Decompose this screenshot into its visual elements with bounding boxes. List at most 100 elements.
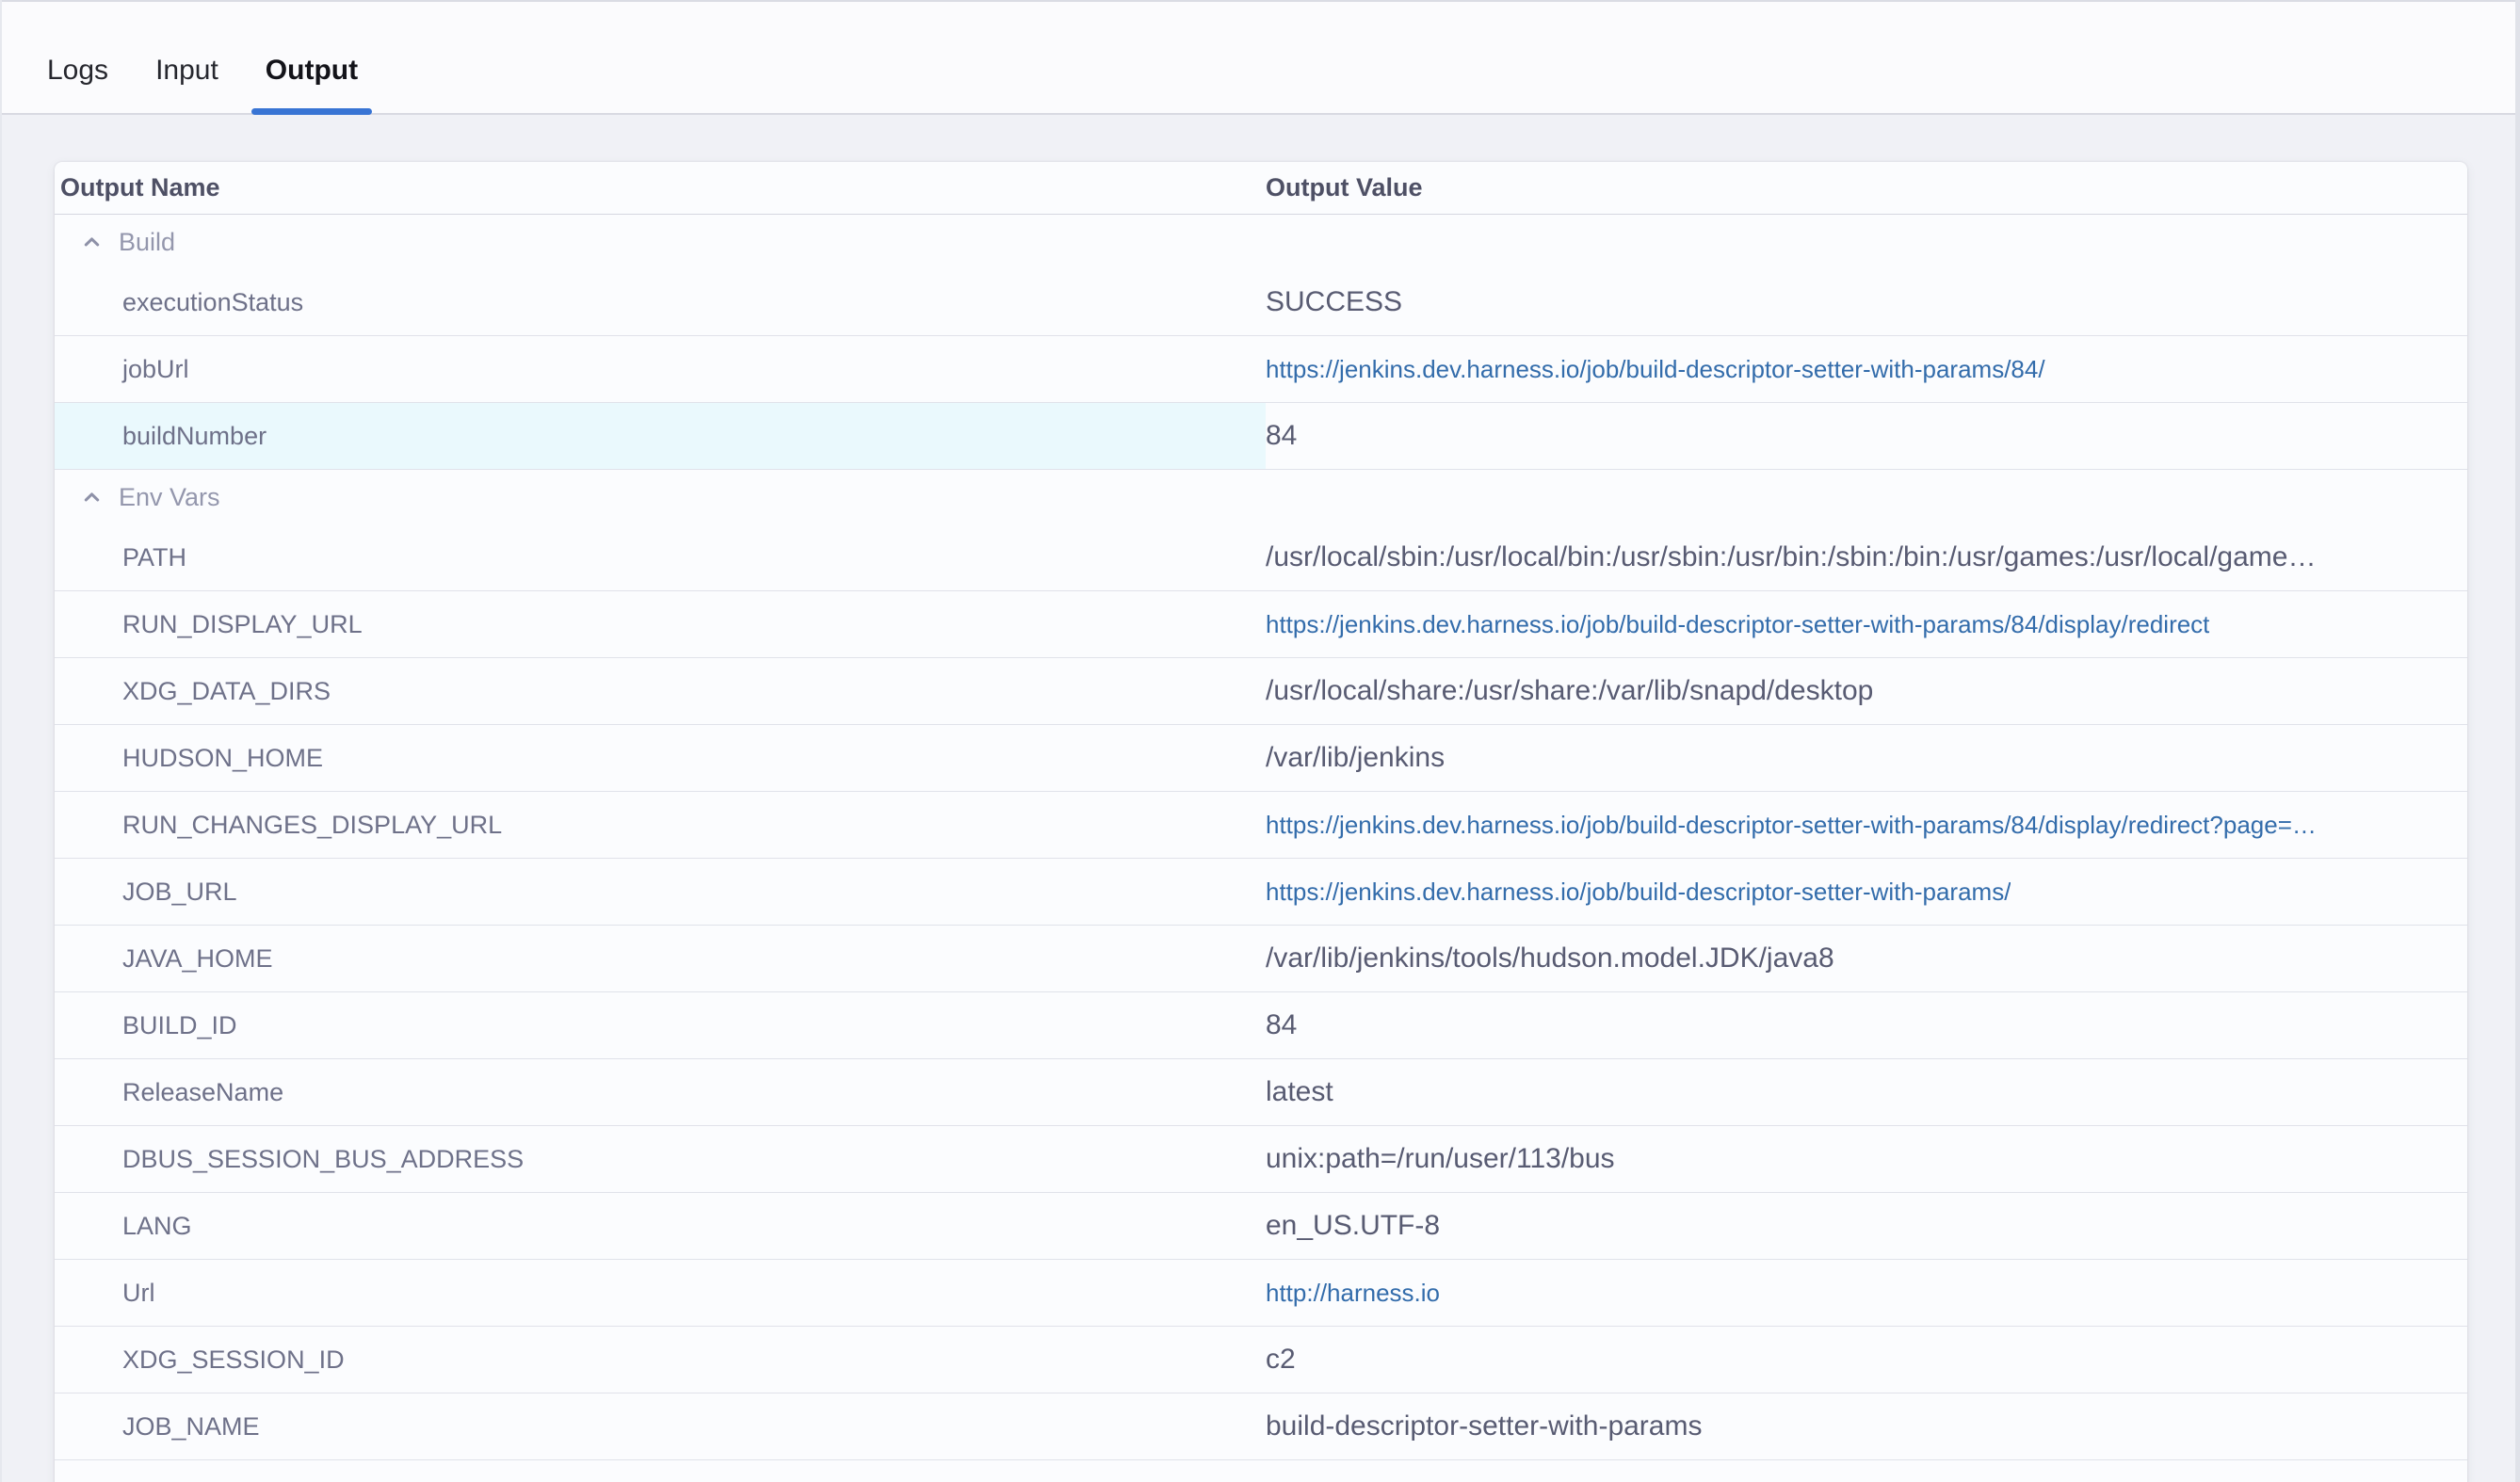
table-row: PATH /usr/local/sbin:/usr/local/bin:/usr… (55, 524, 2467, 591)
output-value-cell: latest (1266, 1059, 2467, 1125)
output-table-body: Build executionStatus SUCCESS jobUrl htt… (55, 215, 2467, 1460)
output-value-text: build-descriptor-setter-with-params (1266, 1410, 1702, 1442)
output-value-cell: https://jenkins.dev.harness.io/job/build… (1266, 591, 2467, 657)
output-value-text: unix:path=/run/user/113/bus (1266, 1143, 1615, 1175)
table-row: BUILD_ID 84 (55, 992, 2467, 1059)
output-name-cell: JOB_URL (55, 859, 1266, 925)
output-name-cell: XDG_DATA_DIRS (55, 658, 1266, 724)
output-name-cell: XDG_SESSION_ID (55, 1327, 1266, 1393)
tab-label: Output (266, 55, 358, 86)
table-row: JAVA_HOME /var/lib/jenkins/tools/hudson.… (55, 926, 2467, 992)
output-value-text: 84 (1266, 1009, 1297, 1041)
group-row-build[interactable]: Build (55, 215, 2467, 269)
output-name-cell: HUDSON_HOME (55, 725, 1266, 791)
output-value-link[interactable]: https://jenkins.dev.harness.io/job/build… (1266, 878, 2011, 907)
output-value-cell: /var/lib/jenkins (1266, 725, 2467, 791)
column-header-output-value: Output Value (1266, 173, 2467, 202)
tab-logs[interactable]: Logs (47, 55, 108, 113)
window-edge-left (0, 0, 2, 1482)
output-name-cell: RUN_CHANGES_DISPLAY_URL (55, 792, 1266, 858)
output-value-text: /var/lib/jenkins/tools/hudson.model.JDK/… (1266, 942, 1834, 975)
output-value-link[interactable]: https://jenkins.dev.harness.io/job/build… (1266, 811, 2317, 840)
table-row: JOB_URL https://jenkins.dev.harness.io/j… (55, 859, 2467, 926)
output-name-cell: executionStatus (55, 269, 1266, 335)
output-name-cell: Url (55, 1260, 1266, 1326)
output-value-text: c2 (1266, 1344, 1296, 1376)
output-value-cell: en_US.UTF-8 (1266, 1193, 2467, 1259)
group-label: Env Vars (119, 483, 220, 512)
output-name-text: RUN_CHANGES_DISPLAY_URL (122, 811, 502, 840)
output-name-text: jobUrl (122, 355, 189, 384)
tab-output[interactable]: Output (266, 55, 358, 113)
output-name-text: Url (122, 1279, 155, 1308)
output-value-text: en_US.UTF-8 (1266, 1210, 1440, 1242)
output-value-cell: https://jenkins.dev.harness.io/job/build… (1266, 336, 2467, 402)
output-name-cell: JAVA_HOME (55, 926, 1266, 991)
output-name-cell: JOB_NAME (55, 1393, 1266, 1459)
chevron-up-icon (79, 230, 105, 255)
output-value-link[interactable]: http://harness.io (1266, 1279, 1440, 1308)
output-name-text: LANG (122, 1212, 192, 1241)
scrollbar-track[interactable] (2515, 0, 2520, 1482)
tab-label: Logs (47, 55, 108, 86)
output-name-cell: ReleaseName (55, 1059, 1266, 1125)
active-tab-underline (251, 108, 372, 115)
output-name-text: buildNumber (122, 422, 267, 451)
output-name-text: XDG_SESSION_ID (122, 1345, 345, 1375)
output-value-text: latest (1266, 1076, 1333, 1108)
table-row: RUN_CHANGES_DISPLAY_URL https://jenkins.… (55, 792, 2467, 859)
output-value-text: 84 (1266, 420, 1297, 452)
table-row: HUDSON_HOME /var/lib/jenkins (55, 725, 2467, 792)
tab-label: Input (155, 55, 218, 86)
output-value-cell: 84 (1266, 403, 2467, 469)
output-value-cell: 84 (1266, 992, 2467, 1058)
output-name-text: BUILD_ID (122, 1011, 237, 1040)
table-row: Url http://harness.io (55, 1260, 2467, 1327)
table-row: XDG_DATA_DIRS /usr/local/share:/usr/shar… (55, 658, 2467, 725)
output-name-cell: buildNumber (55, 403, 1266, 469)
output-value-cell: /usr/local/sbin:/usr/local/bin:/usr/sbin… (1266, 524, 2467, 590)
window-edge-top (0, 0, 2520, 2)
output-value-cell: https://jenkins.dev.harness.io/job/build… (1266, 859, 2467, 925)
table-row: jobUrl https://jenkins.dev.harness.io/jo… (55, 336, 2467, 403)
output-name-cell: jobUrl (55, 336, 1266, 402)
output-value-link[interactable]: https://jenkins.dev.harness.io/job/build… (1266, 355, 2045, 384)
output-name-text: JAVA_HOME (122, 944, 273, 974)
output-value-cell: unix:path=/run/user/113/bus (1266, 1126, 2467, 1192)
table-row: buildNumber 84 (55, 403, 2467, 470)
table-row: JOB_NAME build-descriptor-setter-with-pa… (55, 1393, 2467, 1460)
output-table-card: Output Name Output Value Build execution… (55, 162, 2467, 1482)
output-name-text: ReleaseName (122, 1078, 283, 1107)
table-row: executionStatus SUCCESS (55, 269, 2467, 336)
output-value-cell: https://jenkins.dev.harness.io/job/build… (1266, 792, 2467, 858)
output-name-text: RUN_DISPLAY_URL (122, 610, 363, 639)
output-value-cell: c2 (1266, 1327, 2467, 1393)
table-row: RUN_DISPLAY_URL https://jenkins.dev.harn… (55, 591, 2467, 658)
output-tab-panel: Output Name Output Value Build execution… (0, 162, 2520, 1482)
output-name-text: DBUS_SESSION_BUS_ADDRESS (122, 1145, 524, 1174)
output-name-text: executionStatus (122, 288, 303, 317)
output-value-cell: /var/lib/jenkins/tools/hudson.model.JDK/… (1266, 926, 2467, 991)
output-value-cell: SUCCESS (1266, 269, 2467, 335)
group-row-env-vars[interactable]: Env Vars (55, 470, 2467, 524)
table-row: DBUS_SESSION_BUS_ADDRESS unix:path=/run/… (55, 1126, 2467, 1193)
output-name-cell: RUN_DISPLAY_URL (55, 591, 1266, 657)
output-value-link[interactable]: https://jenkins.dev.harness.io/job/build… (1266, 610, 2209, 639)
output-name-text: JOB_URL (122, 878, 237, 907)
output-value-text: /var/lib/jenkins (1266, 742, 1445, 774)
chevron-up-icon (79, 485, 105, 510)
output-value-text: /usr/local/share:/usr/share:/var/lib/sna… (1266, 675, 1873, 707)
output-name-cell: PATH (55, 524, 1266, 590)
output-value-cell: /usr/local/share:/usr/share:/var/lib/sna… (1266, 658, 2467, 724)
output-value-text: /usr/local/sbin:/usr/local/bin:/usr/sbin… (1266, 541, 2316, 573)
output-table-header: Output Name Output Value (55, 162, 2467, 215)
tabs: Logs Input Output (47, 55, 405, 113)
tab-input[interactable]: Input (155, 55, 218, 113)
step-details-tab-bar: Logs Input Output (0, 0, 2520, 115)
output-name-text: JOB_NAME (122, 1412, 260, 1442)
table-row: LANG en_US.UTF-8 (55, 1193, 2467, 1260)
group-label: Build (119, 228, 175, 257)
output-name-cell: DBUS_SESSION_BUS_ADDRESS (55, 1126, 1266, 1192)
output-name-cell: LANG (55, 1193, 1266, 1259)
output-name-cell: BUILD_ID (55, 992, 1266, 1058)
